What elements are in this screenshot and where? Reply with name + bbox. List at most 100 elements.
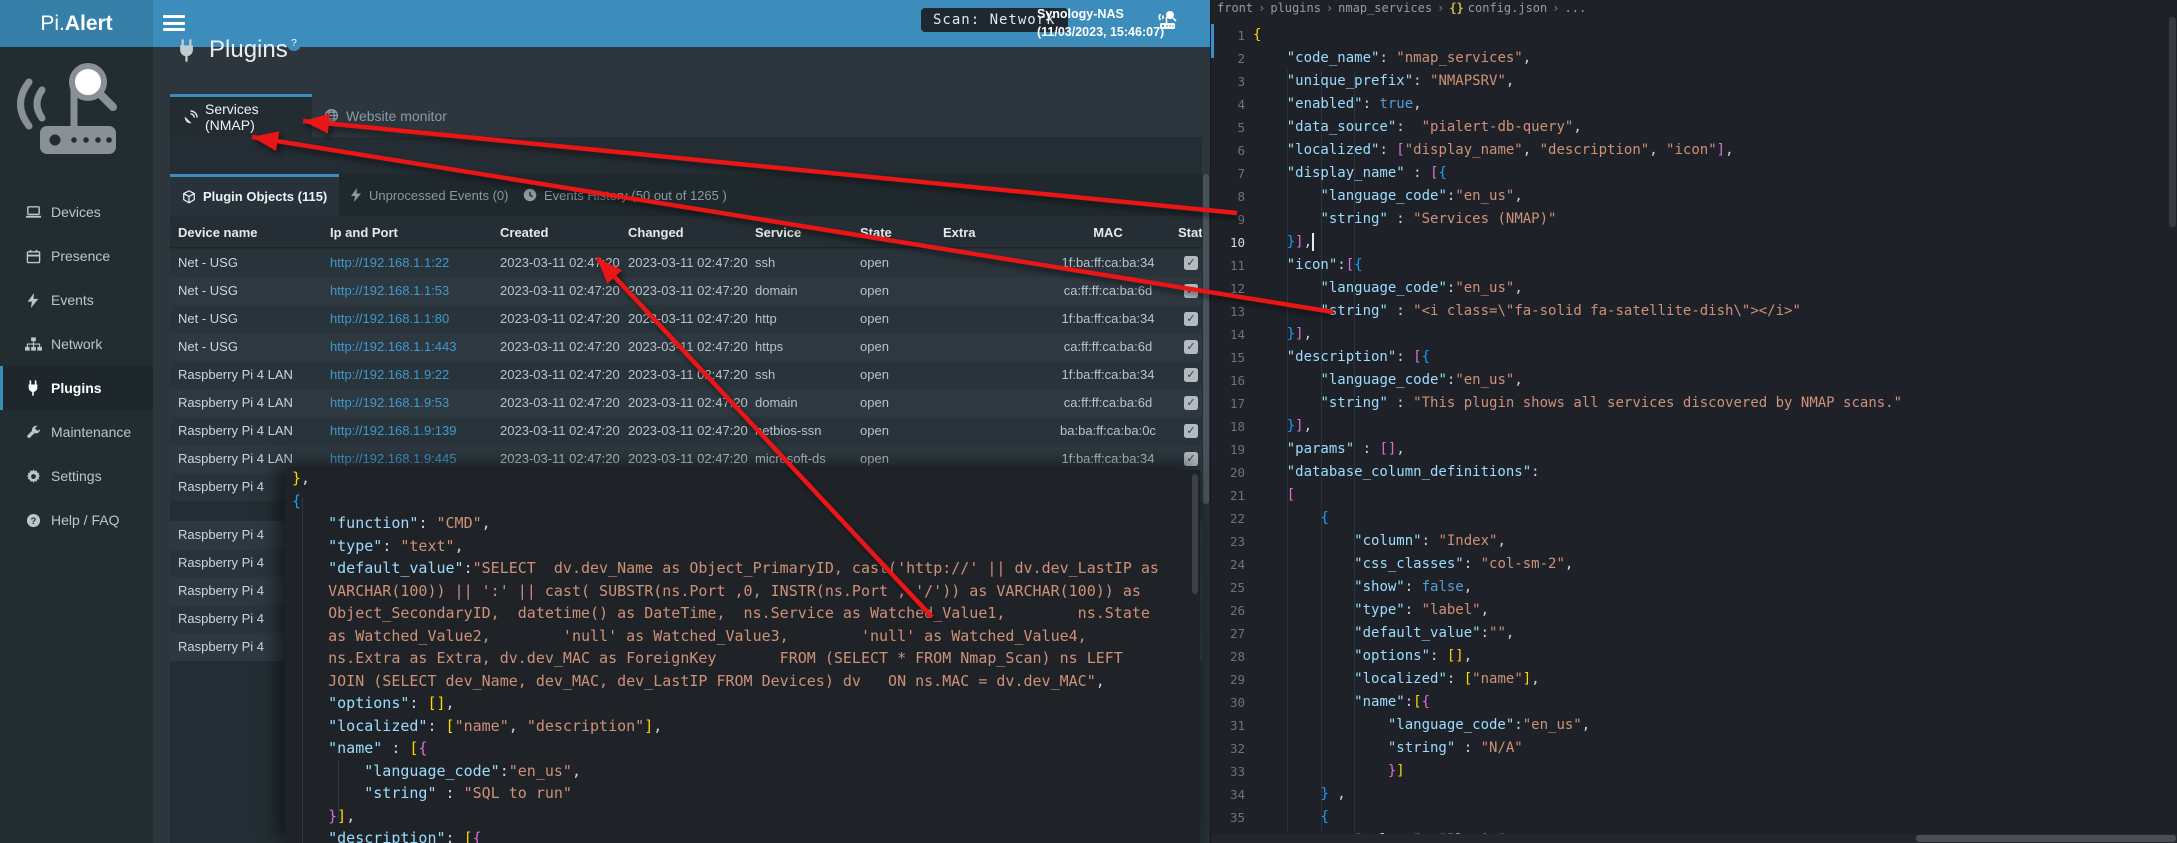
overlay-code-line: "localized": ["name", "description"], xyxy=(292,715,662,738)
sidebar-item-help-faq[interactable]: ?Help / FAQ xyxy=(0,498,153,542)
table-row: Net - USGhttp://192.168.1.1:532023-03-11… xyxy=(170,277,1202,305)
line-number: 23 xyxy=(1211,530,1245,553)
column-header-state[interactable]: State xyxy=(860,218,940,248)
code-editor[interactable]: front›plugins›nmap_services›{}config.jso… xyxy=(1210,0,2177,843)
sidebar-item-devices[interactable]: Devices xyxy=(0,190,153,234)
breadcrumb-item[interactable]: nmap_services xyxy=(1338,1,1432,15)
editor-line: 16 "language_code":"en_us", xyxy=(1211,369,2177,392)
line-number: 11 xyxy=(1211,254,1245,277)
brand-logo[interactable]: Pi.Alert xyxy=(0,0,153,47)
table-row: Net - USGhttp://192.168.1.1:802023-03-11… xyxy=(170,305,1202,333)
sidebar-item-label: Presence xyxy=(51,248,110,264)
gear-icon xyxy=(24,468,42,484)
column-header-changed[interactable]: Changed xyxy=(628,218,752,248)
ip-port-link[interactable]: http://192.168.1.1:22 xyxy=(330,255,449,270)
line-number: 7 xyxy=(1211,162,1245,185)
status-checkbox[interactable]: ✓ xyxy=(1184,368,1198,382)
editor-vscrollbar[interactable] xyxy=(2167,17,2177,843)
ip-port-link[interactable]: http://192.168.1.1:80 xyxy=(330,311,449,326)
ip-port-link[interactable]: http://192.168.1.9:22 xyxy=(330,367,449,382)
overlay-code-line: "type": "text", xyxy=(292,535,464,558)
tab-plugin-objects[interactable]: Plugin Objects (115) xyxy=(170,174,339,216)
overlay-scrollbar[interactable] xyxy=(1192,474,1198,594)
column-header-device-name[interactable]: Device name xyxy=(178,218,326,248)
cell-extra xyxy=(943,277,1037,305)
cell-state: open xyxy=(860,417,940,445)
plug-icon xyxy=(176,39,197,62)
line-number: 13 xyxy=(1211,300,1245,323)
column-header-mac[interactable]: MAC xyxy=(1040,218,1176,248)
ip-port-link[interactable]: http://192.168.1.1:443 xyxy=(330,339,457,354)
breadcrumb-item[interactable]: front xyxy=(1217,1,1253,15)
plug-icon xyxy=(24,380,42,396)
cell-mac: ba:ba:ff:ca:ba:0c xyxy=(1040,417,1176,445)
cell-ip-and-port: http://192.168.1.1:443 xyxy=(330,333,496,361)
cell-created: 2023-03-11 02:47:20 xyxy=(500,333,624,361)
cell-device-name: Net - USG xyxy=(178,305,326,333)
breadcrumb: front›plugins›nmap_services›{}config.jso… xyxy=(1217,0,1586,17)
breadcrumb-item[interactable]: config.json xyxy=(1468,1,1547,15)
hamburger-menu-icon[interactable] xyxy=(163,15,185,31)
sidebar-item-plugins[interactable]: Plugins xyxy=(0,366,153,410)
cell-device-name: Net - USG xyxy=(178,249,326,277)
tab-services-nmap[interactable]: Services (NMAP) xyxy=(170,94,312,137)
line-number: 18 xyxy=(1211,415,1245,438)
overlay-code-line: { xyxy=(292,490,301,513)
sidebar-item-label: Devices xyxy=(51,204,101,220)
status-checkbox[interactable]: ✓ xyxy=(1184,340,1198,354)
tab-unprocessed-events[interactable]: Unprocessed Events (0) xyxy=(350,174,520,216)
column-header-created[interactable]: Created xyxy=(500,218,624,248)
ip-port-link[interactable]: http://192.168.1.1:53 xyxy=(330,283,449,298)
cell-extra xyxy=(943,305,1037,333)
cell-changed: 2023-03-11 02:47:20 xyxy=(628,249,752,277)
sidebar-item-settings[interactable]: Settings xyxy=(0,454,153,498)
editor-hscrollbar[interactable] xyxy=(1211,834,2177,843)
cell-service: netbios-ssn xyxy=(755,417,855,445)
line-number: 22 xyxy=(1211,507,1245,530)
status-checkbox[interactable]: ✓ xyxy=(1184,312,1198,326)
bolt-icon xyxy=(24,292,42,308)
ip-port-link[interactable]: http://192.168.1.9:445 xyxy=(330,451,457,466)
help-badge[interactable]: ? xyxy=(287,37,301,51)
globe-icon xyxy=(324,108,339,123)
editor-line: 18 }], xyxy=(1211,415,2177,438)
editor-line: 32 "string" : "N/A" xyxy=(1211,737,2177,760)
sidebar-item-presence[interactable]: Presence xyxy=(0,234,153,278)
column-header-ip-and-port[interactable]: Ip and Port xyxy=(330,218,496,248)
line-number: 24 xyxy=(1211,553,1245,576)
overlay-code-line: JOIN (SELECT dev_Name, dev_MAC, dev_Last… xyxy=(292,670,1105,693)
sidebar-item-events[interactable]: Events xyxy=(0,278,153,322)
cell-mac: 1f:ba:ff:ca:ba:34 xyxy=(1040,445,1176,473)
editor-line: 19 "params" : [], xyxy=(1211,438,2177,461)
table-scrollbar[interactable] xyxy=(1202,174,1210,843)
ip-port-link[interactable]: http://192.168.1.9:53 xyxy=(330,395,449,410)
tab-website-monitor[interactable]: Website monitor xyxy=(318,94,468,137)
breadcrumb-item[interactable]: ... xyxy=(1565,1,1587,15)
cell-created: 2023-03-11 02:47:20 xyxy=(500,249,624,277)
status-checkbox[interactable]: ✓ xyxy=(1184,284,1198,298)
line-number: 4 xyxy=(1211,93,1245,116)
column-header-extra[interactable]: Extra xyxy=(943,218,1037,248)
cell-state: open xyxy=(860,277,940,305)
cell-extra xyxy=(943,361,1037,389)
sidebar-item-network[interactable]: Network xyxy=(0,322,153,366)
editor-line: 6 "localized": ["display_name", "descrip… xyxy=(1211,139,2177,162)
device-timestamp: (11/03/2023, 15:46:07) xyxy=(1037,23,1164,41)
sidebar-item-maintenance[interactable]: Maintenance xyxy=(0,410,153,454)
status-checkbox[interactable]: ✓ xyxy=(1184,256,1198,270)
line-number: 25 xyxy=(1211,576,1245,599)
status-checkbox[interactable]: ✓ xyxy=(1184,396,1198,410)
status-checkbox[interactable]: ✓ xyxy=(1184,424,1198,438)
overlay-code-line: }], xyxy=(292,805,355,828)
cell-device-name: Raspberry Pi 4 LAN xyxy=(178,361,326,389)
status-checkbox[interactable]: ✓ xyxy=(1184,452,1198,466)
breadcrumb-item[interactable]: plugins xyxy=(1270,1,1321,15)
line-number: 16 xyxy=(1211,369,1245,392)
cell-created: 2023-03-11 02:47:20 xyxy=(500,277,624,305)
table-row: Raspberry Pi 4 LANhttp://192.168.1.9:532… xyxy=(170,389,1202,417)
tab-events-history[interactable]: Events History (50 out of 1265 ) xyxy=(523,174,735,216)
column-header-service[interactable]: Service xyxy=(755,218,855,248)
editor-line: 35 { xyxy=(1211,806,2177,829)
ip-port-link[interactable]: http://192.168.1.9:139 xyxy=(330,423,457,438)
cell-service: https xyxy=(755,333,855,361)
